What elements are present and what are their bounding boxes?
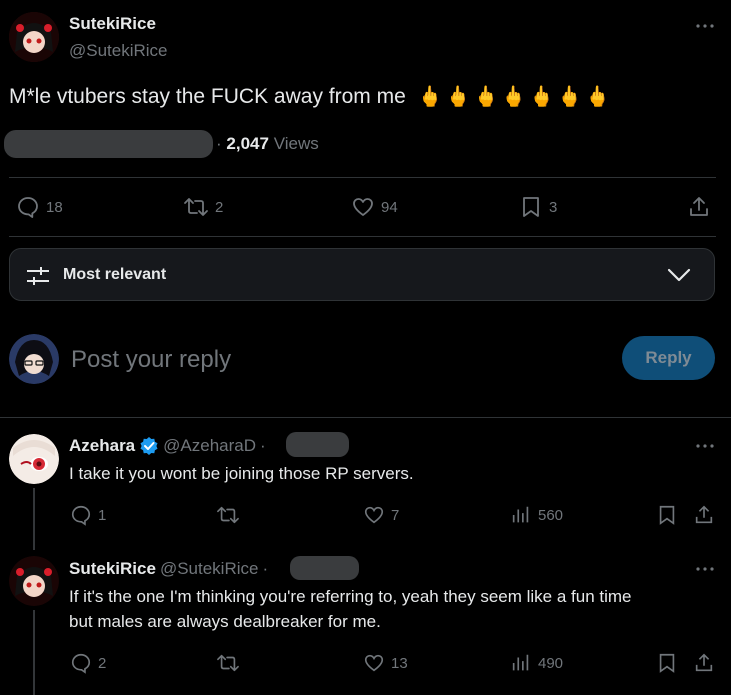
reply-handle[interactable]: @AzeharaD (163, 436, 256, 456)
reply-action[interactable]: 2 (70, 652, 106, 674)
views-label: Views (273, 134, 319, 153)
heart-icon (351, 195, 375, 219)
middle-finger-emojis: 🖕🖕🖕🖕🖕🖕🖕 (417, 86, 613, 108)
reply-count: 2 (98, 654, 107, 672)
sort-dropdown[interactable]: Most relevant (9, 248, 715, 301)
more-options-icon[interactable] (695, 440, 715, 452)
redacted-timestamp (290, 556, 359, 580)
analytics-icon (510, 652, 532, 674)
like-count: 7 (391, 506, 400, 524)
reply-input[interactable] (69, 339, 593, 381)
reply-avatar[interactable] (9, 434, 59, 484)
thread-line (33, 610, 35, 695)
views-action[interactable]: 560 (510, 504, 563, 526)
like-action[interactable]: 13 (363, 652, 408, 674)
author-handle[interactable]: @SutekiRice (69, 41, 168, 61)
author-avatar[interactable] (9, 12, 59, 62)
heart-icon (363, 504, 385, 526)
sliders-icon (25, 264, 51, 288)
current-user-avatar[interactable] (9, 334, 59, 384)
reply-text-line-1: If it's the one I'm thinking you're refe… (69, 587, 632, 606)
bookmark-icon[interactable] (656, 504, 678, 526)
reply-header: Azehara @AzeharaD · (69, 436, 266, 456)
reply-button[interactable]: Reply (622, 336, 715, 380)
author-display-name[interactable]: SutekiRice (69, 14, 156, 34)
views-action[interactable]: 490 (510, 652, 563, 674)
like-count: 13 (391, 654, 408, 672)
views-line: · 2,047 Views (216, 134, 319, 153)
views-count: 560 (538, 506, 564, 524)
bookmark-count: 3 (549, 198, 558, 216)
reply-header: SutekiRice @SutekiRice · (69, 559, 269, 579)
redacted-timestamp (286, 432, 349, 457)
bookmark-icon[interactable] (656, 652, 678, 674)
reply-action[interactable]: 18 (16, 195, 63, 219)
repost-icon (183, 195, 209, 219)
reply-icon (70, 652, 92, 674)
repost-action[interactable]: 2 (183, 195, 223, 219)
divider (9, 236, 716, 237)
share-icon[interactable] (687, 195, 711, 219)
reply-count: 1 (98, 506, 107, 524)
reply-icon (16, 195, 40, 219)
repost-action[interactable] (216, 652, 246, 674)
repost-action[interactable] (216, 504, 246, 526)
bookmark-icon (519, 195, 543, 219)
reply-display-name[interactable]: SutekiRice (69, 559, 156, 579)
reply-action[interactable]: 1 (70, 504, 106, 526)
bookmark-action[interactable]: 3 (519, 195, 557, 219)
repost-count: 2 (215, 198, 224, 216)
views-count: 490 (538, 654, 564, 672)
post-text-body: M*le vtubers stay the FUCK away from me (9, 85, 406, 108)
repost-icon (216, 652, 240, 674)
thread-line (33, 488, 35, 550)
verified-badge-icon (139, 436, 159, 456)
analytics-icon (510, 504, 532, 526)
repost-icon (216, 504, 240, 526)
reply-text-line-2: but males are always dealbreaker for me. (69, 612, 381, 631)
chevron-down-icon (667, 267, 691, 283)
divider (9, 177, 716, 178)
views-count: 2,047 (226, 134, 269, 153)
reply-text: I take it you wont be joining those RP s… (69, 464, 414, 483)
more-options-icon[interactable] (695, 563, 715, 575)
like-action[interactable]: 94 (351, 195, 398, 219)
reply-avatar[interactable] (9, 556, 59, 606)
reply-handle[interactable]: @SutekiRice (160, 559, 259, 579)
divider (0, 417, 731, 418)
more-options-icon[interactable] (695, 20, 715, 32)
heart-icon (363, 652, 385, 674)
share-icon[interactable] (693, 504, 715, 526)
reply-display-name[interactable]: Azehara (69, 436, 135, 456)
share-icon[interactable] (693, 652, 715, 674)
reply-count: 18 (46, 198, 63, 216)
post-text: M*le vtubers stay the FUCK away from me … (9, 84, 613, 109)
sort-label: Most relevant (63, 266, 167, 283)
like-count: 94 (381, 198, 398, 216)
redacted-timestamp (4, 130, 213, 158)
reply-icon (70, 504, 92, 526)
like-action[interactable]: 7 (363, 504, 399, 526)
